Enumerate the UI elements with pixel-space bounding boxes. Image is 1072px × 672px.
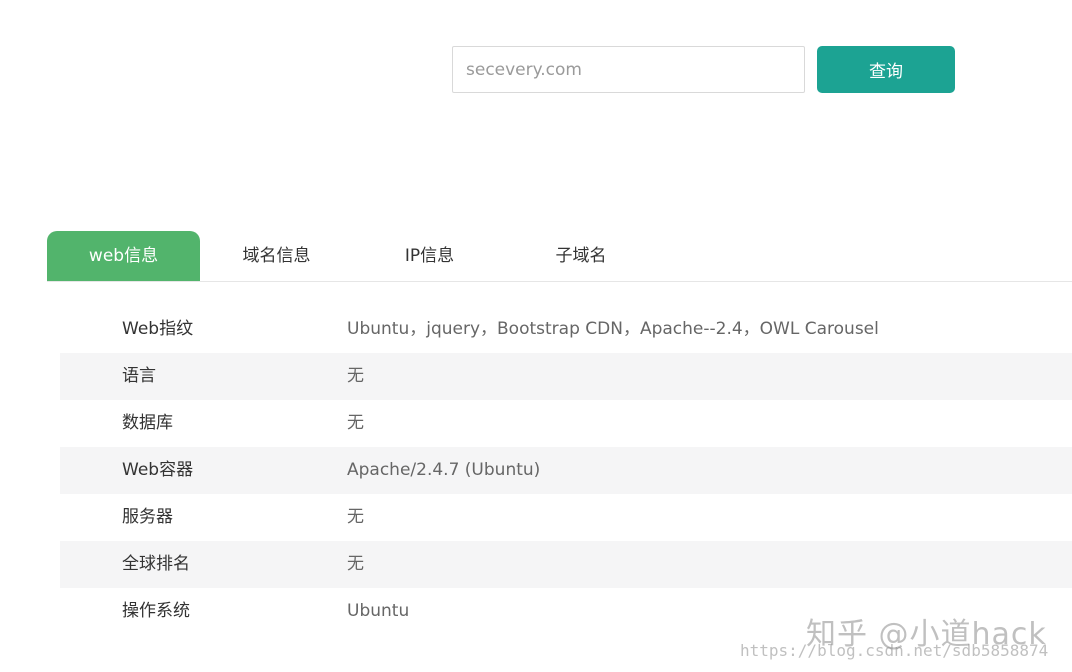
- row-value: 无: [347, 554, 364, 574]
- web-info-table: Web指纹 Ubuntu，jquery，Bootstrap CDN，Apache…: [60, 306, 1072, 635]
- query-button[interactable]: 查询: [817, 46, 955, 93]
- tab-bar: web信息 域名信息 IP信息 子域名: [47, 231, 1072, 282]
- row-value: 无: [347, 507, 364, 527]
- table-row: Web容器 Apache/2.4.7 (Ubuntu): [60, 447, 1072, 494]
- row-label: 服务器: [122, 507, 173, 527]
- tab-web-info[interactable]: web信息: [47, 231, 200, 281]
- table-row: 服务器 无: [60, 494, 1072, 541]
- table-row: Web指纹 Ubuntu，jquery，Bootstrap CDN，Apache…: [60, 306, 1072, 353]
- table-row: 数据库 无: [60, 400, 1072, 447]
- table-row: 全球排名 无: [60, 541, 1072, 588]
- row-value: Apache/2.4.7 (Ubuntu): [347, 460, 541, 480]
- row-value: 无: [347, 366, 364, 386]
- tab-domain-info[interactable]: 域名信息: [200, 231, 353, 281]
- row-label: Web容器: [122, 460, 194, 480]
- tab-subdomain[interactable]: 子域名: [506, 231, 656, 281]
- search-input[interactable]: [452, 46, 805, 93]
- tab-ip-info[interactable]: IP信息: [353, 231, 506, 281]
- row-value: Ubuntu，jquery，Bootstrap CDN，Apache--2.4，…: [347, 319, 879, 339]
- row-label: 数据库: [122, 413, 173, 433]
- row-label: 操作系统: [122, 601, 190, 621]
- row-value: Ubuntu: [347, 601, 410, 621]
- watermark-url: https://blog.csdn.net/sdb5858874: [740, 641, 1049, 660]
- row-value: 无: [347, 413, 364, 433]
- table-row: 语言 无: [60, 353, 1072, 400]
- row-label: Web指纹: [122, 319, 194, 339]
- row-label: 语言: [122, 366, 156, 386]
- row-label: 全球排名: [122, 554, 190, 574]
